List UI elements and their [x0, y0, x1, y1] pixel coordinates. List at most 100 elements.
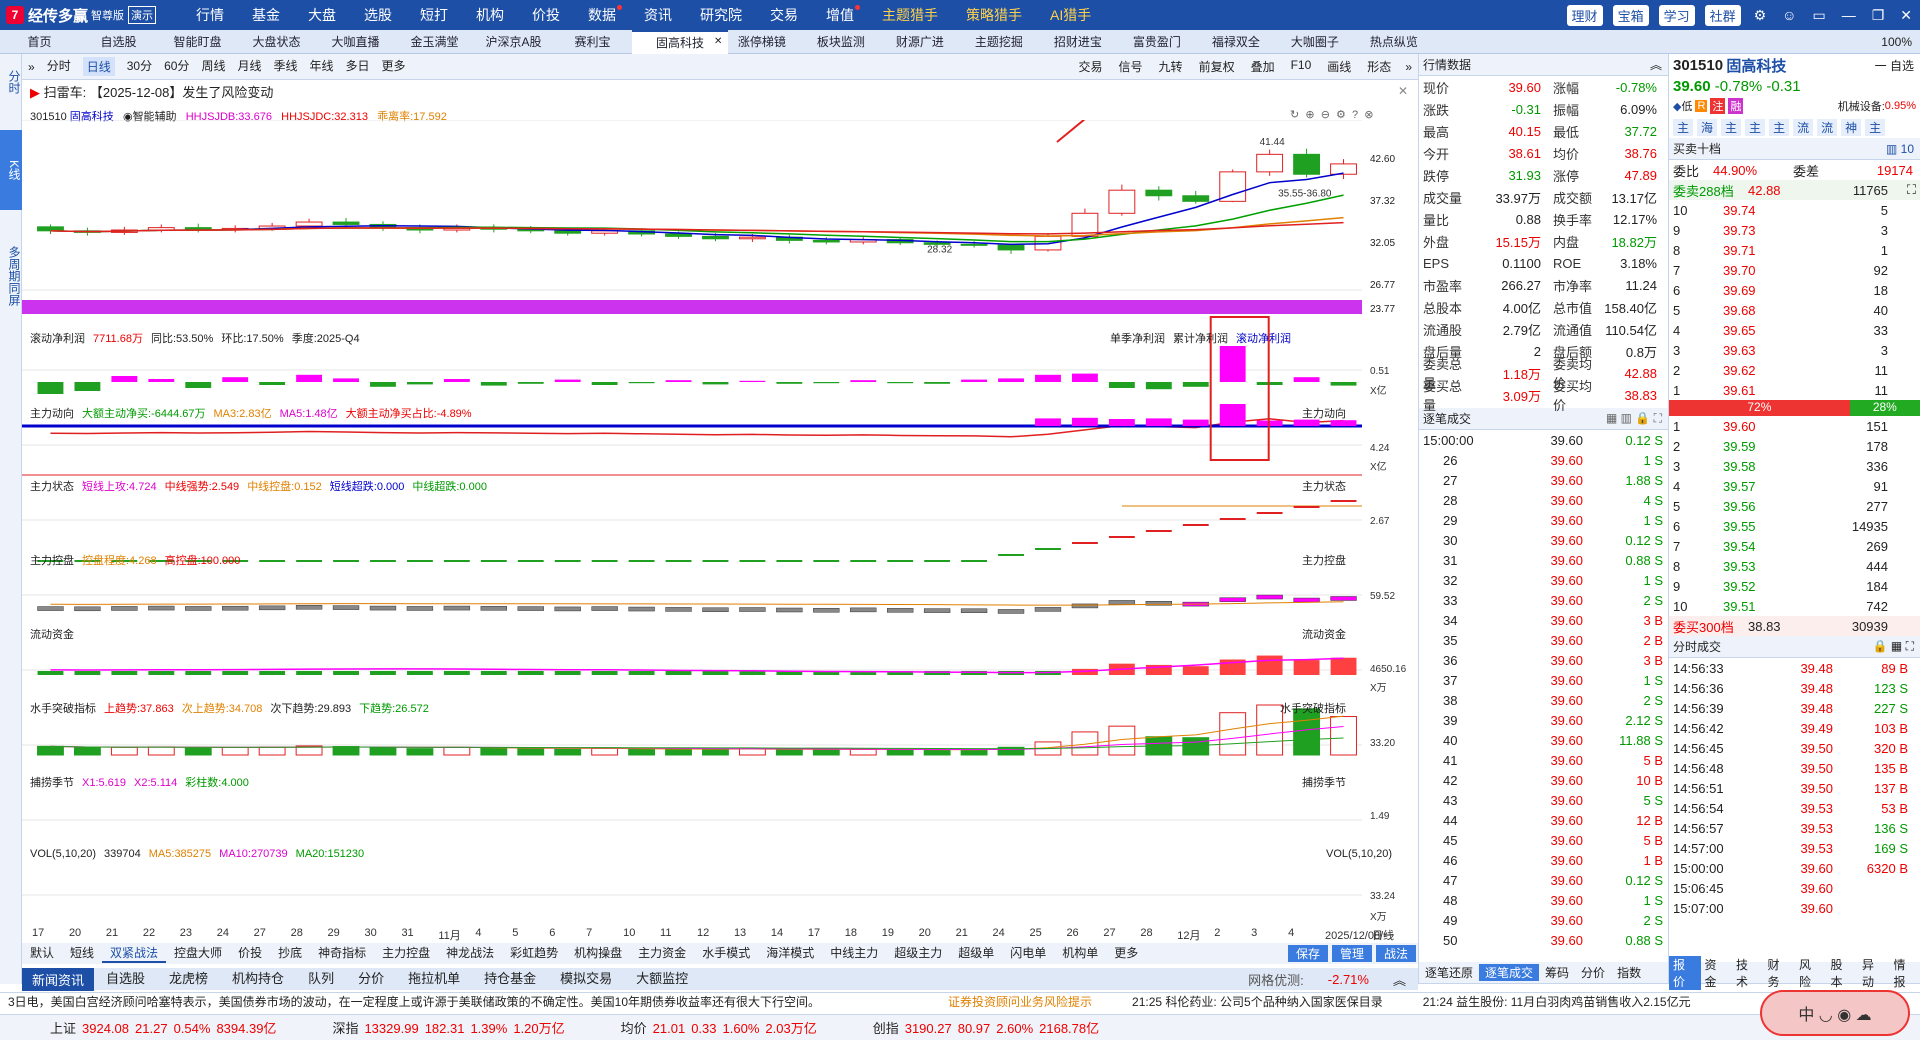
tab-1[interactable]: 自选股 [79, 33, 158, 50]
rp2-tab-5[interactable]: 股本 [1827, 956, 1859, 990]
menu-item-8[interactable]: 资讯 [644, 5, 672, 25]
tab-16[interactable]: 大咖圈子 [1275, 33, 1354, 50]
rp-tab-4[interactable]: 指数 [1611, 964, 1647, 981]
rolling-profit-tab[interactable]: 滚动净利润 [1236, 333, 1291, 345]
minimize-icon[interactable]: — [1842, 7, 1856, 23]
tab-10[interactable]: 板块监测 [801, 33, 880, 50]
baoxiang-button[interactable]: 宝箱 [1612, 4, 1649, 26]
menu-item-11[interactable]: 增值 [826, 5, 861, 25]
strategy-4[interactable]: 价投 [230, 944, 270, 963]
tab-4[interactable]: 大咖直播 [316, 33, 395, 50]
period-2[interactable]: 30分 [127, 57, 152, 76]
news-tab-5[interactable]: 分价 [346, 968, 396, 991]
tool-3[interactable]: 前复权 [1199, 58, 1235, 75]
strategy-11[interactable]: 主力资金 [630, 944, 694, 963]
icon-hai[interactable]: 海 [1697, 118, 1718, 136]
strategy-1[interactable]: 短线 [62, 944, 102, 963]
mascot-widget[interactable]: 中 ◡ ◉ ☁ [1760, 990, 1910, 1036]
strategy-16[interactable]: 超级单 [950, 944, 1002, 963]
gear-icon[interactable]: ⚙ [1754, 7, 1767, 24]
strategy-7[interactable]: 主力控盘 [374, 944, 438, 963]
tool-7[interactable]: 形态 [1367, 58, 1391, 75]
user-icon[interactable]: ☺ [1782, 7, 1796, 23]
view-fenshi[interactable]: 分时 [0, 64, 22, 100]
collapse-quote-icon[interactable]: ︽ [1650, 56, 1668, 73]
kline-chart[interactable]: 41.44 35.55-36.80 28.32 [22, 120, 1418, 927]
news-tab-0[interactable]: 新闻资讯 [22, 967, 95, 991]
timesale-tools-icon[interactable]: 🔒 ▦ ⛶ [1873, 639, 1920, 654]
menu-item-3[interactable]: 选股 [364, 5, 392, 25]
tool-5[interactable]: F10 [1291, 58, 1312, 75]
tab-9[interactable]: 涨停梯镜 [722, 33, 801, 50]
icon-zhu5[interactable]: 主 [1865, 118, 1886, 136]
ticker-risk-link[interactable]: 证券投资顾问业务风险提示 [948, 993, 1092, 1010]
menu-item-0[interactable]: 行情 [196, 5, 224, 25]
close-icon[interactable]: ✕ [1900, 7, 1912, 24]
tab-17[interactable]: 热点纵览 [1354, 33, 1433, 50]
strategy-5[interactable]: 抄底 [270, 944, 310, 963]
tab-6[interactable]: 沪深京A股 [474, 33, 553, 50]
strategy-0[interactable]: 默认 [22, 944, 62, 963]
icon-shen[interactable]: 神 [1841, 118, 1862, 136]
rp-tab-3[interactable]: 分价 [1575, 964, 1611, 981]
tab-close-icon[interactable]: ✕ [714, 36, 722, 47]
rp2-tab-1[interactable]: 资金 [1701, 956, 1733, 990]
index-3[interactable]: 创指 3190.27 80.97 2.60% 2168.78亿 [873, 1018, 1105, 1037]
strategy-19[interactable]: 更多 [1106, 944, 1146, 963]
menu-item-1[interactable]: 基金 [252, 5, 280, 25]
tab-11[interactable]: 财源广进 [880, 33, 959, 50]
book-size-toggle[interactable]: ▥ 10 [1886, 142, 1920, 156]
news-tab-6[interactable]: 拖拉机单 [396, 968, 472, 991]
shequn-button[interactable]: 社群 [1704, 4, 1741, 26]
window-icon[interactable]: ▭ [1812, 7, 1825, 24]
rp2-tab-7[interactable]: 情报 [1890, 956, 1920, 990]
industry-link[interactable]: 机械设备: [1838, 98, 1885, 114]
menu-item-2[interactable]: 大盘 [308, 5, 336, 25]
strategy-6[interactable]: 神奇指标 [310, 944, 374, 963]
rp2-tab-6[interactable]: 异动 [1858, 956, 1890, 990]
strategy-10[interactable]: 机构操盘 [566, 944, 630, 963]
rp2-stock-name[interactable]: 固高科技 [1726, 55, 1786, 76]
tab-15[interactable]: 福禄双全 [1196, 33, 1275, 50]
trades-tools-icon[interactable]: ▦ ▥ 🔒 ⛶ [1606, 411, 1668, 426]
news-tab-2[interactable]: 龙虎榜 [157, 968, 220, 991]
licai-button[interactable]: 理财 [1566, 4, 1603, 26]
bottom-right-0[interactable]: 保存 [1287, 945, 1328, 962]
expand-book-icon[interactable]: ⛶ [1907, 182, 1916, 198]
add-watchlist-button[interactable]: 一 自选 [1875, 57, 1920, 74]
tab-3[interactable]: 大盘状态 [237, 33, 316, 50]
menu-item-7[interactable]: 数据 [588, 5, 623, 25]
strategy-17[interactable]: 闪电单 [1002, 944, 1054, 963]
menu-item-14[interactable]: AI猎手 [1050, 5, 1091, 25]
tab-13[interactable]: 招财进宝 [1038, 33, 1117, 50]
alert-close-icon[interactable]: ✕ [1398, 84, 1408, 98]
demo-badge[interactable]: 演示 [128, 6, 157, 24]
ticker-news-a[interactable]: 3日电，美国白宫经济顾问哈塞特表示，美国债券市场的波动，在一定程度上或许源于美联… [8, 993, 928, 1010]
strategy-2[interactable]: 双紧战法 [102, 944, 167, 963]
menu-item-13[interactable]: 策略猎手 [966, 5, 1022, 25]
view-multi-period[interactable]: 多周期同屏 [0, 240, 22, 312]
news-tab-9[interactable]: 大额监控 [624, 968, 700, 991]
view-kline[interactable]: K线 [0, 130, 22, 210]
tab-0[interactable]: 首页 [0, 33, 79, 50]
tab-12[interactable]: 主题挖掘 [959, 33, 1038, 50]
icon-zhu3[interactable]: 主 [1745, 118, 1766, 136]
strategy-18[interactable]: 机构单 [1054, 944, 1106, 963]
period-3[interactable]: 60分 [164, 57, 189, 76]
index-0[interactable]: 上证 3924.08 21.27 0.54% 8394.39亿 [50, 1018, 282, 1037]
menu-item-5[interactable]: 机构 [476, 5, 504, 25]
tool-1[interactable]: 信号 [1119, 58, 1143, 75]
rp2-tab-3[interactable]: 财务 [1764, 956, 1796, 990]
tool-6[interactable]: 画线 [1327, 58, 1351, 75]
quarterly-profit-tab[interactable]: 单季净利润 [1110, 333, 1165, 345]
bottom-right-2[interactable]: 战法 [1375, 945, 1416, 962]
strategy-14[interactable]: 中线主力 [822, 944, 886, 963]
tab-2[interactable]: 智能盯盘 [158, 33, 237, 50]
tab-5[interactable]: 金玉满堂 [395, 33, 474, 50]
strategy-12[interactable]: 水手模式 [694, 944, 758, 963]
cumulative-profit-tab[interactable]: 累计净利润 [1173, 333, 1228, 345]
period-0[interactable]: 分时 [47, 57, 71, 76]
toolbar-expand-icon[interactable]: » [1405, 60, 1412, 74]
news-tab-8[interactable]: 模拟交易 [548, 968, 624, 991]
tab-14[interactable]: 富贵盈门 [1117, 33, 1196, 50]
